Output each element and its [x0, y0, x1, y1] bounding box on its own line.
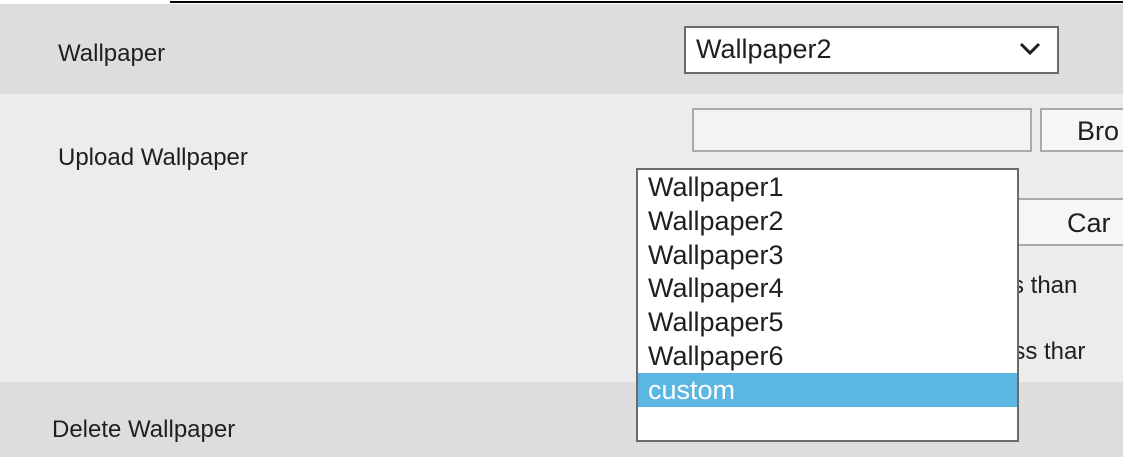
dropdown-option-wallpaper4[interactable]: Wallpaper4	[638, 271, 1017, 305]
wallpaper-select[interactable]: Wallpaper2	[684, 26, 1059, 74]
dropdown-option-wallpaper6[interactable]: Wallpaper6	[638, 339, 1017, 373]
top-divider-line	[170, 1, 1123, 3]
wallpaper-select-value: Wallpaper2	[696, 34, 832, 64]
wallpaper-label: Wallpaper	[58, 40, 166, 67]
dropdown-option-wallpaper2[interactable]: Wallpaper2	[638, 204, 1017, 238]
cancel-button[interactable]: Car	[1010, 198, 1123, 246]
upload-wallpaper-label: Upload Wallpaper	[58, 144, 248, 171]
browse-button[interactable]: Bro	[1040, 108, 1123, 152]
chevron-down-icon	[1019, 42, 1041, 56]
file-path-input[interactable]	[692, 108, 1032, 152]
wallpaper-row: Wallpaper Wallpaper2	[0, 4, 1123, 94]
dropdown-option-wallpaper1[interactable]: Wallpaper1	[638, 170, 1017, 204]
delete-wallpaper-label: Delete Wallpaper	[52, 416, 236, 443]
dropdown-option-wallpaper5[interactable]: Wallpaper5	[638, 305, 1017, 339]
wallpaper-dropdown-list: Wallpaper1 Wallpaper2 Wallpaper3 Wallpap…	[636, 168, 1019, 442]
dropdown-option-wallpaper3[interactable]: Wallpaper3	[638, 238, 1017, 272]
dropdown-option-custom[interactable]: custom	[638, 372, 1017, 407]
